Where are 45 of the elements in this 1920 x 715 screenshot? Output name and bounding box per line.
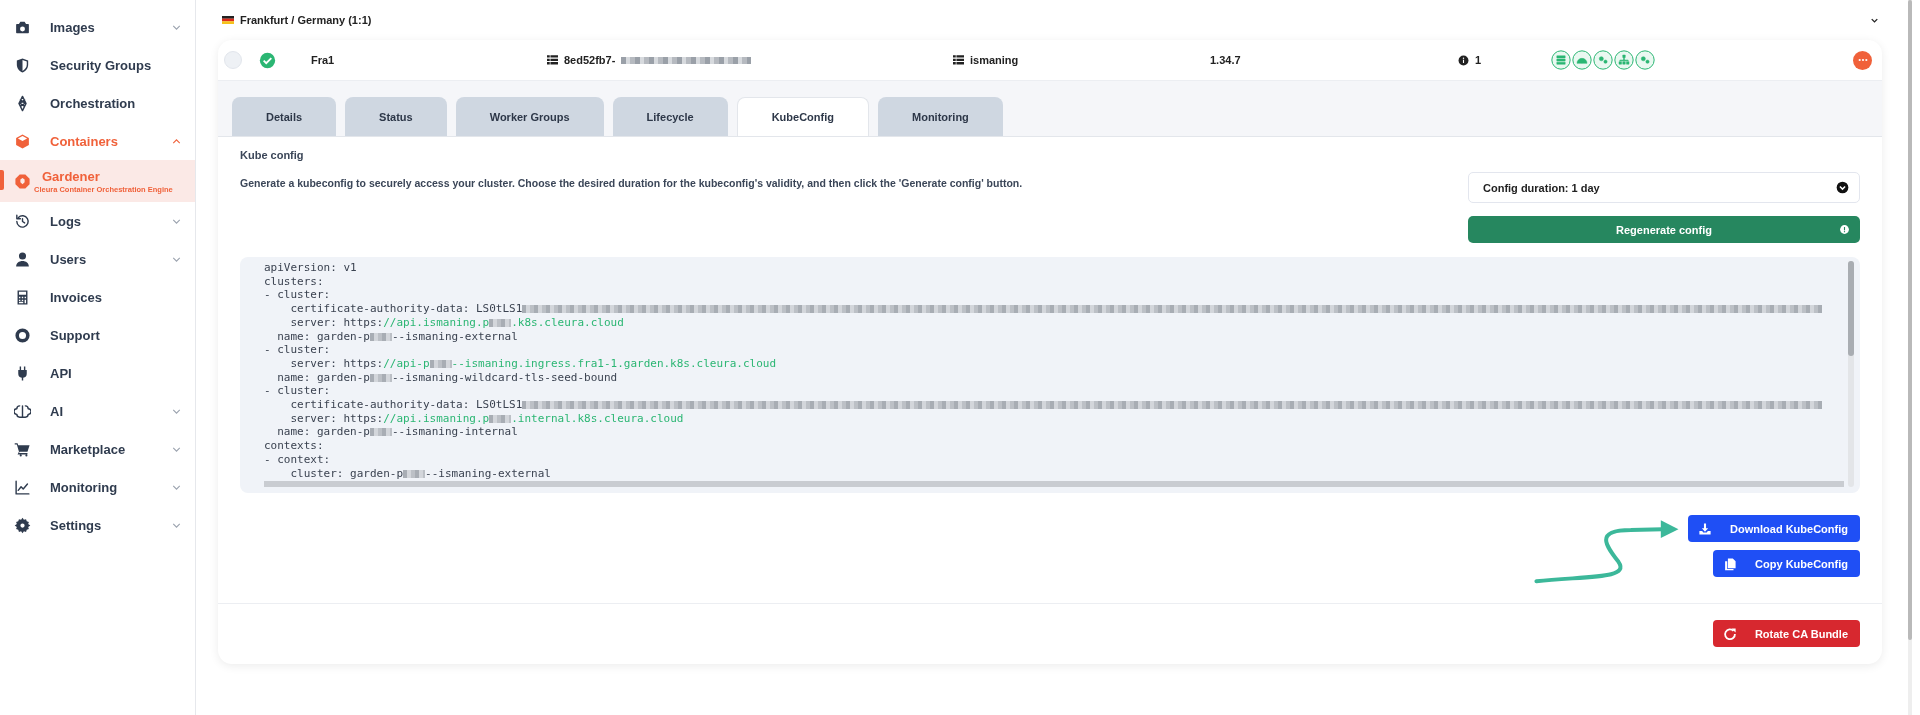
sidebar-item[interactable]: Users [0,240,195,278]
tab[interactable]: Status [345,97,447,136]
project-name: ismaning [970,54,1019,66]
tab[interactable]: Monitoring [878,97,1003,136]
code-line: name: garden-p --ismaning-external [276,329,519,344]
sidebar-item[interactable]: AI [0,392,195,430]
tab[interactable]: KubeConfig [736,97,869,136]
code-line: name: garden-p --ismaning-wildcard-tls-seed-bound [276,370,619,385]
region-title: Frankfurt / Germany (1:1) [240,14,373,26]
download-kubeconfig-button[interactable]: Download KubeConfig [1688,515,1860,543]
sidebar-item[interactable]: Images [0,8,195,46]
description-text: Generate a kubeconfig to securely access your cluster. Choose the desired duration for the kubeconfig's validity, and then click the 'Generate config' button. [240,177,1023,191]
rotate-ca-bundle-button[interactable]: Rotate CA Bundle [1712,620,1860,648]
duration-select[interactable]: Config duration: 1 day [1468,172,1860,203]
tab[interactable]: Worker Groups [455,97,604,136]
code-line: server: https://api.ismaning.p .internal.k8s.cleura.cloud [289,411,685,426]
cluster-id: 8ed52fb7- [564,54,616,66]
tab[interactable]: Details [232,97,337,136]
code-line: apiVersion: v1 [264,261,358,275]
code-line: - cluster: [264,384,332,399]
sidebar-item[interactable]: Orchestration [0,84,195,122]
code-line: server: https://api.ismaning.p .k8s.cleura.cloud [289,315,625,330]
copy-kubeconfig-button[interactable]: Copy KubeConfig [1713,550,1860,578]
code-line: clusters: [264,274,325,289]
cluster-name: Fra1 [311,54,336,66]
sidebar-item[interactable]: Invoices [0,278,195,316]
sidebar-item[interactable]: Support [0,316,195,354]
tab[interactable]: Lifecycle [612,97,728,136]
sidebar-item[interactable]: Logs [0,202,195,240]
section-title: Kube config [240,149,305,163]
sidebar-item[interactable]: Marketplace [0,430,195,468]
code-line: server: https://api-p --ismaning.ingress.fra1-1.garden.k8s.cleura.cloud [289,356,778,371]
code-line: - cluster: [264,288,332,303]
code-line: - context: [264,452,332,467]
kubernetes-version: 1.34.7 [1210,54,1242,66]
notice-count: 1 [1475,54,1482,66]
code-line: - cluster: [264,343,332,357]
code-line: contexts: [264,439,325,453]
code-line: name: garden-p --ismaning-internal [276,425,519,440]
sidebar-item[interactable]: API [0,354,195,392]
sidebar-item[interactable]: Settings [0,506,195,544]
sidebar-item[interactable]: Monitoring [0,468,195,506]
sidebar-item[interactable]: Security Groups [0,46,195,84]
code-line: cluster: garden-p --ismaning-external [289,466,552,481]
regenerate-config-button[interactable]: Regenerate config [1468,216,1860,243]
